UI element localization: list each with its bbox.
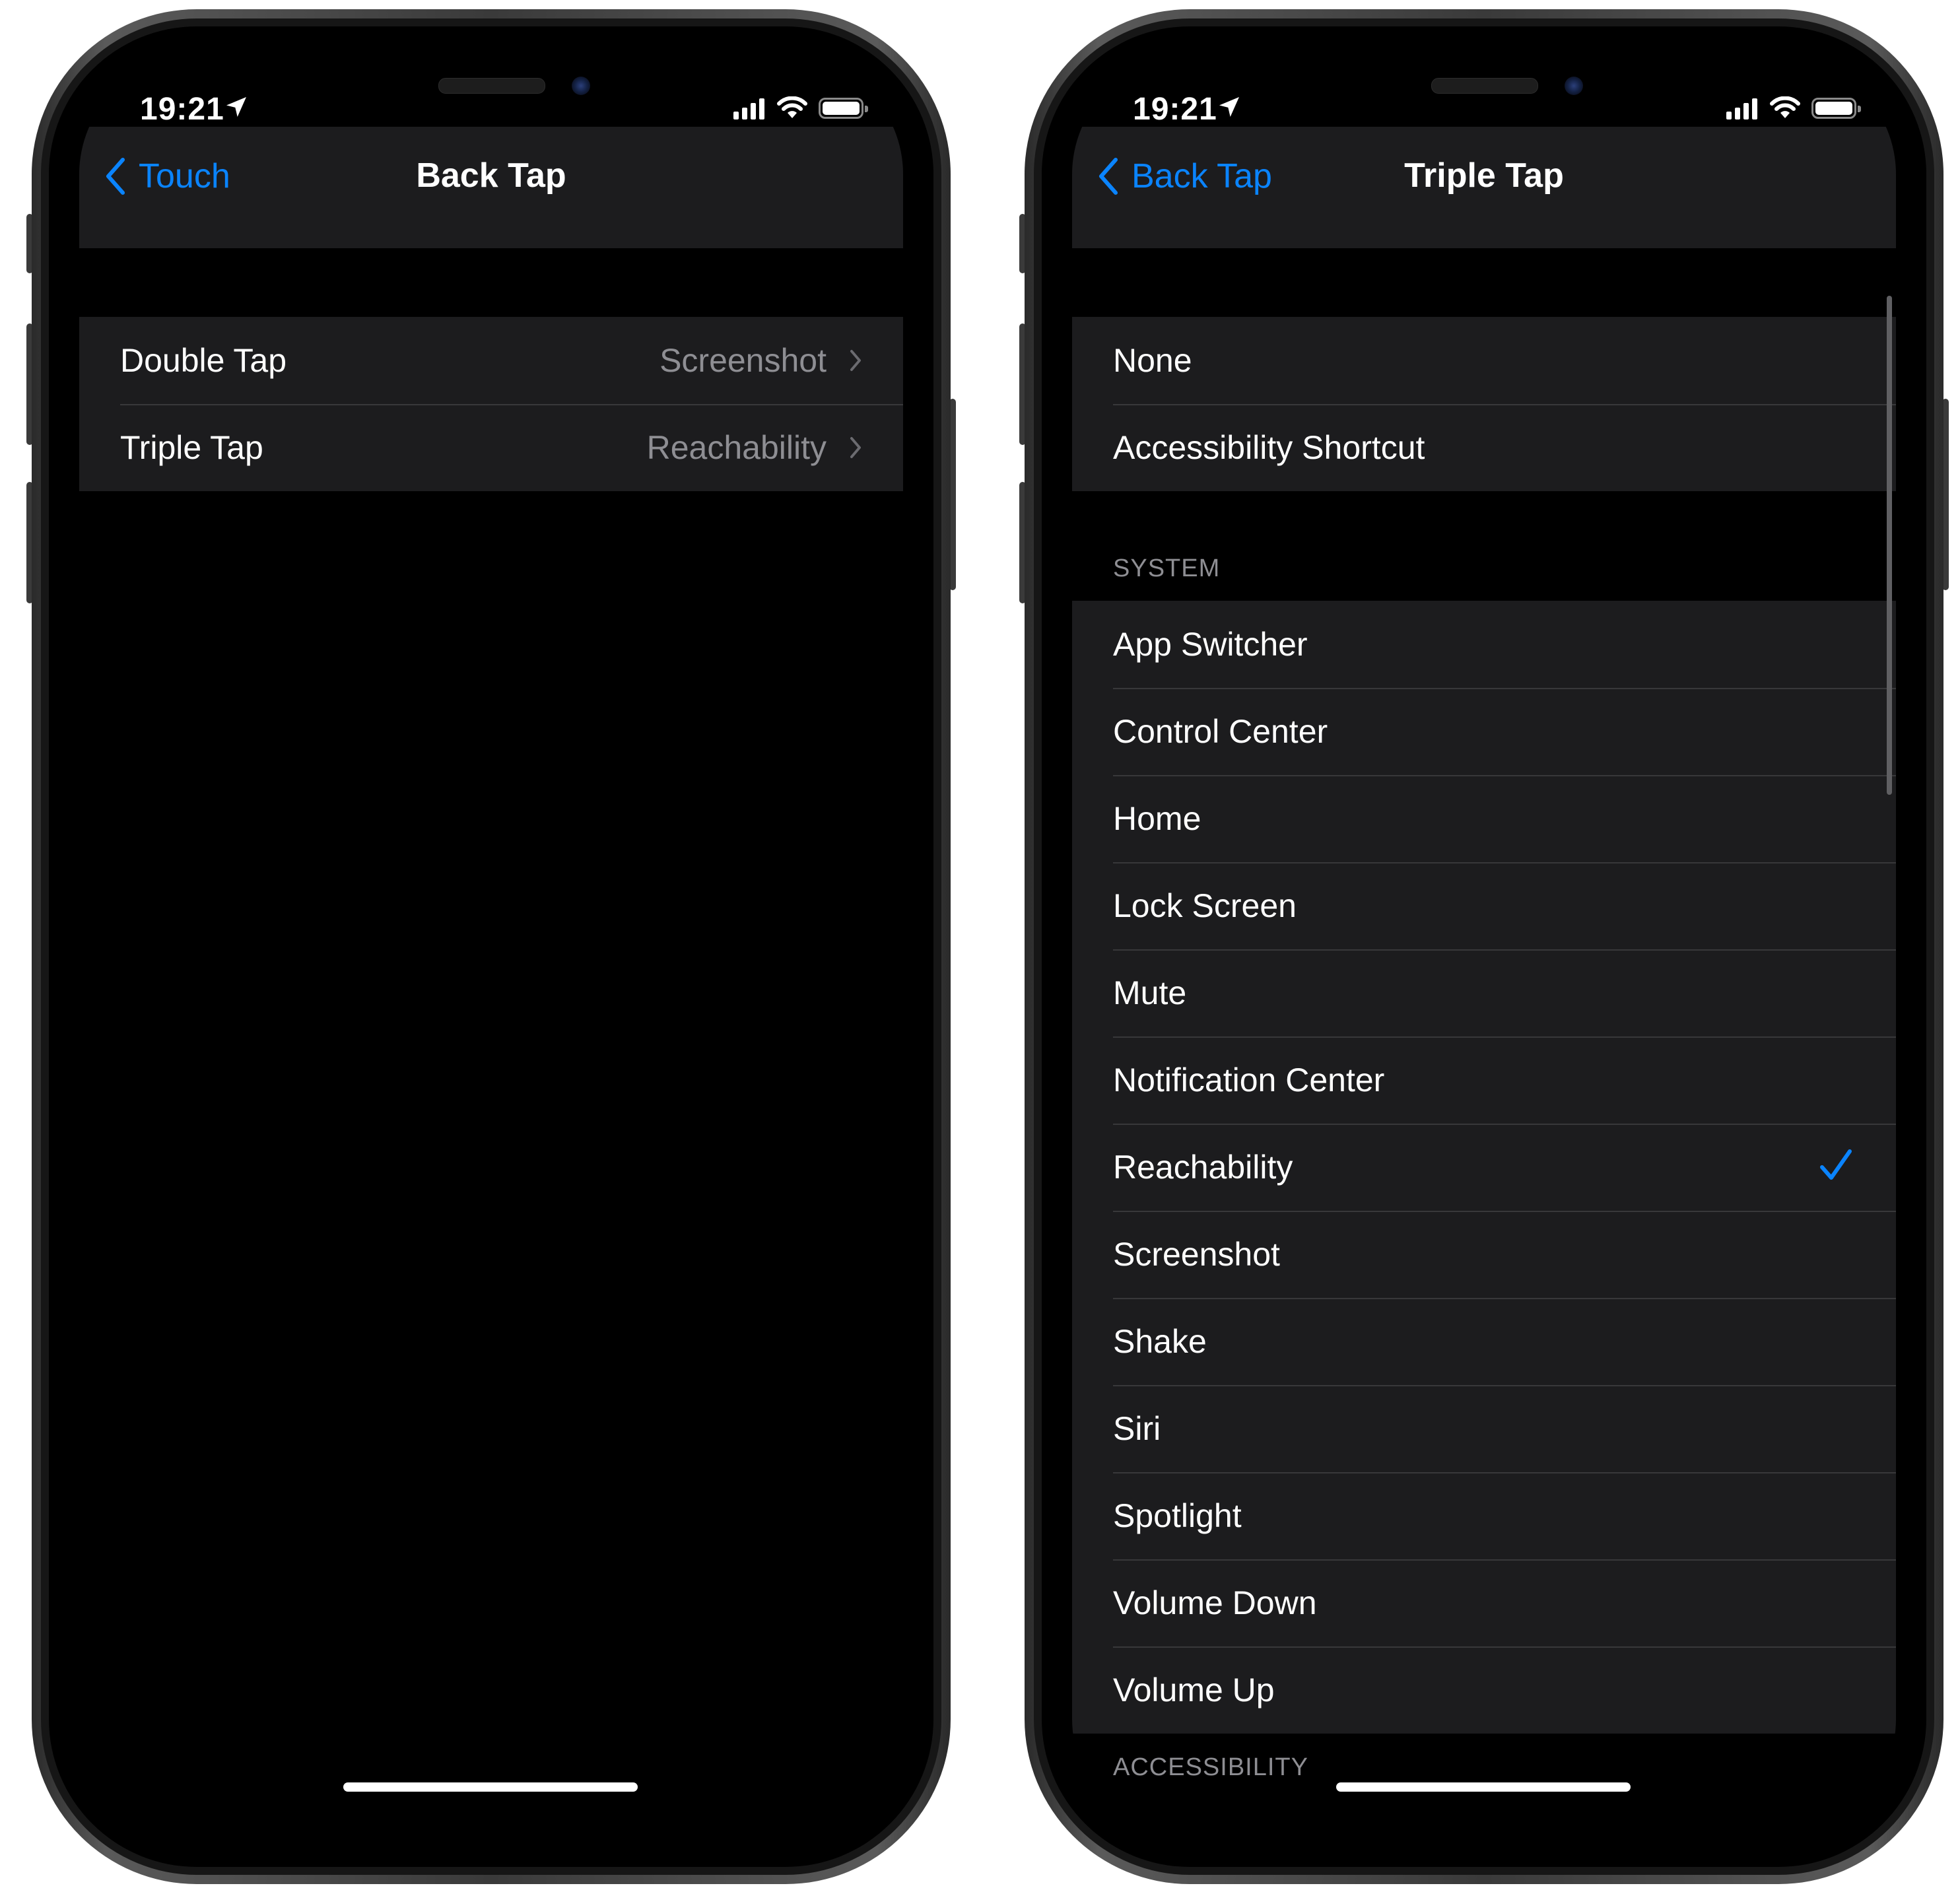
checkmark-icon xyxy=(1820,1149,1852,1180)
location-arrow-icon xyxy=(226,97,246,117)
phone-right: 19:21 Back Tap Triple Tap None Accessibi… xyxy=(1019,9,1949,1884)
page-title: Back Tap xyxy=(416,156,566,195)
option-row[interactable]: App Switcher xyxy=(1072,601,1896,688)
section-header-accessibility: ACCESSIBILITY xyxy=(1113,1753,1308,1781)
option-label: Siri xyxy=(1113,1410,1161,1447)
top-options-list: None Accessibility Shortcut xyxy=(1072,317,1896,491)
battery-icon xyxy=(1811,98,1861,119)
option-row[interactable]: Shake xyxy=(1072,1298,1896,1385)
option-label: None xyxy=(1113,342,1192,379)
option-label: Accessibility Shortcut xyxy=(1113,429,1425,466)
double-tap-row[interactable]: Double Tap Screenshot xyxy=(79,317,903,404)
section-header-system: SYSTEM xyxy=(1113,555,1221,582)
option-label: Mute xyxy=(1113,974,1187,1011)
system-options-list: App Switcher Control Center Home Lock Sc… xyxy=(1072,601,1896,1734)
status-indicators xyxy=(1726,96,1861,120)
row-value: Reachability xyxy=(646,429,827,466)
option-label: Control Center xyxy=(1113,713,1328,750)
option-row[interactable]: Volume Down xyxy=(1072,1559,1896,1646)
status-time: 19:21 xyxy=(140,92,224,127)
option-row[interactable]: Screenshot xyxy=(1072,1211,1896,1298)
battery-icon xyxy=(819,98,868,119)
status-indicators xyxy=(733,96,868,120)
wifi-icon xyxy=(1770,96,1800,118)
option-label: Spotlight xyxy=(1113,1497,1242,1534)
chevron-right-icon xyxy=(850,350,861,371)
screen: 19:21 Back Tap Triple Tap None Accessibi… xyxy=(1072,57,1896,1837)
option-label: App Switcher xyxy=(1113,626,1308,663)
front-camera xyxy=(572,77,590,95)
home-indicator[interactable] xyxy=(343,1782,638,1792)
option-row[interactable]: Control Center xyxy=(1072,688,1896,775)
cellular-signal-icon xyxy=(1726,97,1757,119)
option-label: Lock Screen xyxy=(1113,887,1297,924)
earpiece-speaker xyxy=(1431,78,1538,94)
location-arrow-icon xyxy=(1219,97,1239,117)
scroll-indicator[interactable] xyxy=(1887,296,1892,795)
screen: 19:21 Touch Back Tap Double Tap Screensh… xyxy=(79,57,903,1837)
phone-left: 19:21 Touch Back Tap Double Tap Screensh… xyxy=(26,9,956,1884)
option-label: Reachability xyxy=(1113,1149,1293,1186)
earpiece-speaker xyxy=(438,78,545,94)
notch xyxy=(283,57,700,127)
option-row[interactable]: Mute xyxy=(1072,949,1896,1036)
page-title: Triple Tap xyxy=(1404,156,1564,195)
wifi-icon xyxy=(777,96,807,118)
option-row-none[interactable]: None xyxy=(1072,317,1896,404)
option-label: Screenshot xyxy=(1113,1236,1280,1273)
option-row[interactable]: Home xyxy=(1072,775,1896,862)
front-camera xyxy=(1565,77,1583,95)
status-time: 19:21 xyxy=(1133,92,1217,127)
option-row[interactable]: Notification Center xyxy=(1072,1036,1896,1124)
row-value: Screenshot xyxy=(659,342,827,379)
option-label: Notification Center xyxy=(1113,1062,1385,1099)
row-label: Double Tap xyxy=(120,342,287,379)
option-label: Volume Up xyxy=(1113,1672,1275,1708)
option-row-accessibility-shortcut[interactable]: Accessibility Shortcut xyxy=(1072,404,1896,491)
row-label: Triple Tap xyxy=(120,429,263,466)
cellular-signal-icon xyxy=(733,97,764,119)
option-label: Home xyxy=(1113,800,1201,837)
chevron-right-icon xyxy=(850,437,861,458)
option-row-selected[interactable]: Reachability xyxy=(1072,1124,1896,1211)
option-row[interactable]: Volume Up xyxy=(1072,1646,1896,1734)
option-row[interactable]: Siri xyxy=(1072,1385,1896,1472)
triple-tap-row[interactable]: Triple Tap Reachability xyxy=(79,404,903,491)
home-indicator[interactable] xyxy=(1336,1782,1631,1792)
back-tap-options: Double Tap Screenshot Triple Tap Reachab… xyxy=(79,317,903,491)
option-label: Volume Down xyxy=(1113,1584,1317,1621)
notch xyxy=(1275,57,1693,127)
option-label: Shake xyxy=(1113,1323,1207,1360)
option-row[interactable]: Lock Screen xyxy=(1072,862,1896,949)
option-row[interactable]: Spotlight xyxy=(1072,1472,1896,1559)
